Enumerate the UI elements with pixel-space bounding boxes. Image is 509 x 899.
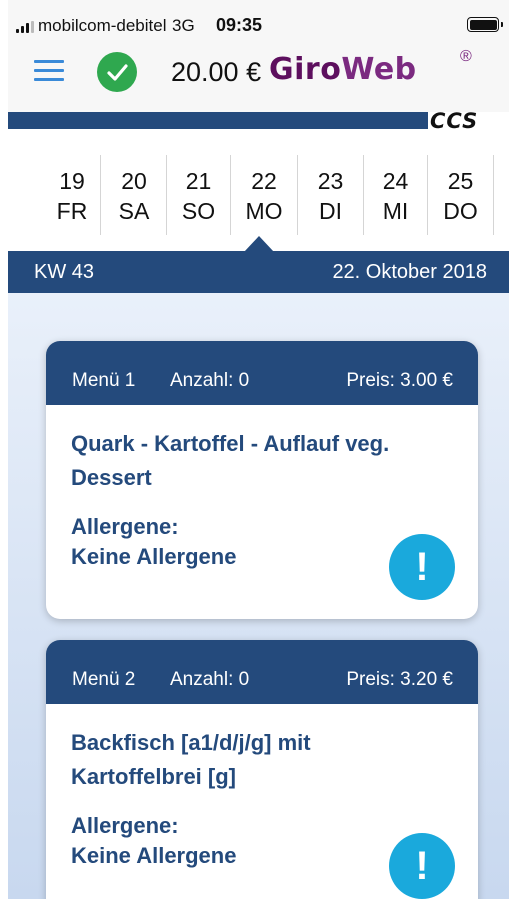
signal-strength-icon [16,21,36,33]
day-item-mo[interactable]: 22 MO [231,154,297,236]
day-item-do[interactable]: 25 DO [428,154,493,236]
menu-card[interactable]: Menü 1 Anzahl: 0 Preis: 3.00 € Quark - K… [46,341,478,619]
menu-list: Menü 1 Anzahl: 0 Preis: 3.00 € Quark - K… [8,293,509,899]
menu-count: Anzahl: 0 [170,370,250,391]
selected-day-pointer [244,236,274,252]
day-item-sa[interactable]: 20 SA [101,154,167,236]
dish-name-line1: Backfisch [a1/d/j/g] mit [71,730,311,755]
menu-card[interactable]: Menü 2 Anzahl: 0 Preis: 3.20 € Backfisch… [46,640,478,899]
header-divider [8,112,428,129]
network-type: 3G [172,16,195,35]
battery-icon [467,17,503,32]
app-header: 20.00 € GiroWeb ® [8,40,509,112]
calendar-week: KW 43 [34,261,95,283]
carrier-name: mobilcom-debitel [38,16,167,35]
day-item-di[interactable]: 23 DI [298,154,363,236]
status-bar: mobilcom-debitel 3G 09:35 [8,0,509,40]
allergen-label: Allergene: [71,813,179,838]
giroweb-logo: GiroWeb [269,52,417,87]
selected-date: 22. Oktober 2018 [332,261,487,283]
menu-card-header: Menü 2 Anzahl: 0 Preis: 3.20 € [46,640,478,704]
menu-price: Preis: 3.00 € [346,370,453,391]
clock: 09:35 [216,15,263,35]
registered-mark: ® [460,48,472,65]
day-item-mi[interactable]: 24 MI [364,154,427,236]
menu-number: Menü 2 [72,669,136,690]
day-selector: 19 FR 20 SA 21 SO 22 MO 23 DI 24 MI 25 D… [8,129,509,251]
app-frame: mobilcom-debitel 3G 09:35 20.00 € GiroWe… [8,0,509,899]
menu-count: Anzahl: 0 [170,669,250,690]
menu-card-body: Backfisch [a1/d/j/g] mit Kartoffelbrei [… [46,704,478,899]
day-item-fr[interactable]: 19 FR [44,154,100,236]
info-exclamation-icon[interactable]: ! [389,833,455,899]
menu-number: Menü 1 [72,370,136,391]
dish-name-line2: Dessert [71,465,152,490]
dish-name-line1: Quark - Kartoffel - Auflauf veg. [71,431,390,456]
day-divider [493,155,494,235]
menu-card-header: Menü 1 Anzahl: 0 Preis: 3.00 € [46,341,478,405]
account-balance: 20.00 € [171,57,262,87]
allergen-label: Allergene: [71,514,179,539]
info-exclamation-icon[interactable]: ! [389,534,455,600]
menu-card-body: Quark - Kartoffel - Auflauf veg. Dessert… [46,405,478,619]
hamburger-menu-icon[interactable] [34,60,64,82]
day-item-so[interactable]: 21 SO [167,154,230,236]
menu-price: Preis: 3.20 € [346,669,453,690]
checkmark-icon [97,52,137,92]
week-bar: KW 43 22. Oktober 2018 [8,251,509,293]
dish-name-line2: Kartoffelbrei [g] [71,764,236,789]
